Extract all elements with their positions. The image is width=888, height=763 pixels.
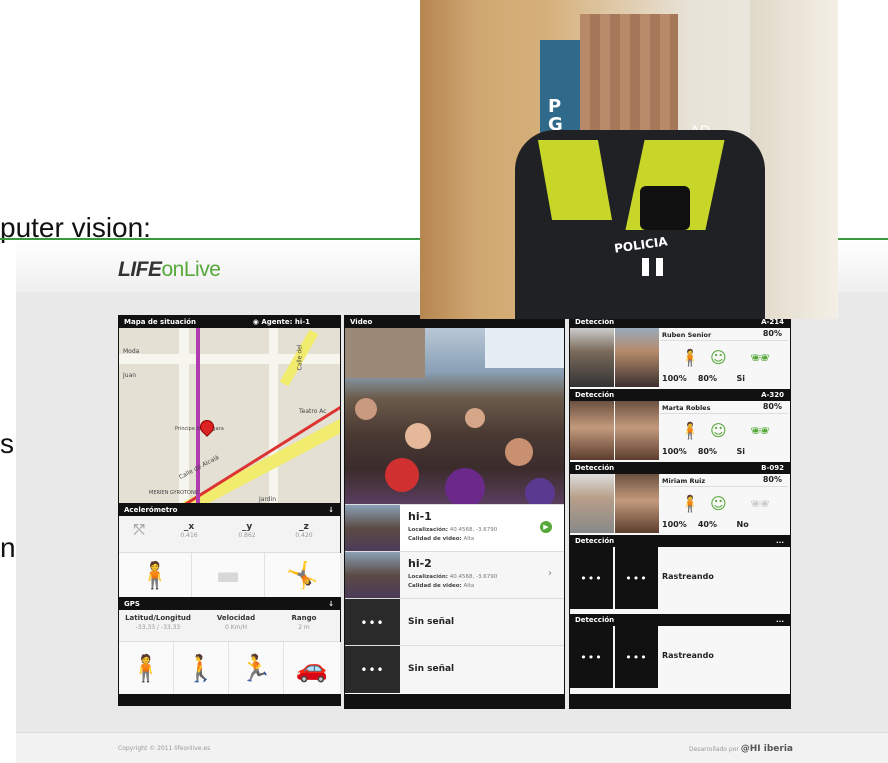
tracking-item[interactable]: ••• ••• Rastreando <box>570 626 790 688</box>
video-bottom-bar <box>345 694 564 708</box>
map-label: Juan <box>123 372 137 379</box>
detection-header: Detección B-092 <box>570 462 790 474</box>
play-icon[interactable]: ▶ <box>540 521 552 533</box>
car-icon[interactable]: 🚗 <box>284 642 341 696</box>
video-panel: Video hi-1 Localización: 40.4568, -3.679… <box>344 315 565 709</box>
map-panel: Mapa de situación ◉ Agente: hi-1 Moda Ju… <box>118 315 341 507</box>
live-video-feed[interactable] <box>345 328 564 504</box>
person-icon: 🧍 <box>680 494 700 513</box>
person-icon: 🧍 <box>680 421 700 440</box>
agent-selector[interactable]: ◉ Agente: hi-1 <box>253 316 310 328</box>
axes-icon: ⤲ <box>133 522 145 538</box>
smile-icon: ☺ <box>710 348 727 367</box>
smile-icon: ☺ <box>710 494 727 513</box>
no-signal-dots-icon: ••• <box>570 547 613 609</box>
accelerometer-panel: Acelerómetro ↓ ⤲ _x 0.416 _y 0.862 _z 0.420 … <box>118 503 341 599</box>
detection-panel: Detección A-214 Ruben Senior 80% 🧍 ☺ 🕶 10… <box>569 315 791 709</box>
walking-person-icon[interactable]: 🚶 <box>174 642 229 696</box>
collapse-icon[interactable]: ↓ <box>328 504 334 516</box>
left-column-bottom-bar <box>118 694 341 706</box>
location-pin-icon[interactable] <box>197 417 217 437</box>
suspect-photo <box>570 401 614 460</box>
person-icon: 🧍 <box>680 348 700 367</box>
video-feed-row[interactable]: ••• Sin señal <box>345 598 564 646</box>
map-panel-header: Mapa de situación ◉ Agente: hi-1 <box>119 316 340 328</box>
no-signal-dots-icon: ••• <box>570 626 613 688</box>
video-feed-row[interactable]: hi-2 Localización: 40.4568, -3.6790 Calid… <box>345 551 564 599</box>
officer-photo: P G AD POLICIA <box>420 0 838 319</box>
collapse-icon[interactable]: ↓ <box>328 598 334 610</box>
suspect-photo <box>570 474 614 533</box>
chevron-right-icon[interactable]: › <box>548 568 552 579</box>
running-person-icon[interactable]: 🏃 <box>229 642 284 696</box>
detection-header: Detección... <box>570 535 790 547</box>
app-footer: Copyright © 2011 lifeonlive.es Desarroll… <box>16 732 888 763</box>
video-feed-row[interactable]: ••• Sin señal <box>345 645 564 693</box>
map-label: Jardin <box>259 496 277 503</box>
gps-header[interactable]: GPS ↓ <box>119 598 340 610</box>
feed-thumbnail <box>345 552 400 599</box>
video-feed-row[interactable]: hi-1 Localización: 40.4568, -3.6790 Calid… <box>345 504 564 552</box>
smile-icon: ☺ <box>710 421 727 440</box>
feed-thumbnail <box>345 505 400 552</box>
map-label: Calle del <box>296 344 304 371</box>
map-label: MERIEN GYROTONIC <box>149 490 200 496</box>
tracking-item[interactable]: ••• ••• Rastreando <box>570 547 790 609</box>
body-camera <box>640 186 690 230</box>
map-label: Moda <box>123 348 140 355</box>
standing-person-icon[interactable]: 🧍 <box>119 553 192 599</box>
suspect-photo <box>570 328 614 387</box>
checker-patch <box>642 258 670 276</box>
movement-icons: 🧍 🚶 🏃 🚗 <box>119 641 341 696</box>
glasses-icon: 🕶 <box>750 348 771 367</box>
officer-head <box>580 14 678 140</box>
detection-header: Detección... <box>570 614 790 626</box>
app-logo[interactable]: LIFEonLive <box>118 258 221 282</box>
slide-text-low: n <box>0 532 16 563</box>
gps-panel: GPS ↓ Latitud/Longitud -33,33 / -33,33 Vel… <box>118 597 341 696</box>
no-signal-dots-icon: ••• <box>615 547 658 609</box>
hi-iberia-logo: @HI iberia <box>740 744 793 754</box>
glasses-icon: 🕶 <box>750 421 771 440</box>
no-signal-dots-icon: ••• <box>345 599 400 646</box>
accelerometer-header[interactable]: Acelerómetro ↓ <box>119 504 340 516</box>
falling-person-icon[interactable]: 🤸 <box>265 553 341 599</box>
accelerometer-values: ⤲ _x 0.416 _y 0.862 _z 0.420 <box>119 518 340 552</box>
match-photo <box>615 401 659 460</box>
situation-map[interactable]: Moda Juan Calle de Alcalá Teatro Ac Prin… <box>119 328 340 506</box>
no-signal-dots-icon: ••• <box>615 626 658 688</box>
no-signal-dots-icon: ••• <box>345 646 400 693</box>
lying-person-icon[interactable]: ▬ <box>192 553 265 599</box>
map-label: Teatro Ac <box>299 408 327 415</box>
match-photo <box>615 328 659 387</box>
standing-person-icon[interactable]: 🧍 <box>119 642 174 696</box>
detection-header: Detección A-320 <box>570 389 790 401</box>
glasses-icon: 🕶 <box>750 494 771 513</box>
detection-bottom-bar <box>570 694 790 708</box>
copyright-text: Copyright © 2011 lifeonlive.es <box>118 745 211 752</box>
slide-text-mid: s <box>0 428 14 459</box>
posture-icons: 🧍 ▬ 🤸 <box>119 552 341 599</box>
match-photo <box>615 474 659 533</box>
